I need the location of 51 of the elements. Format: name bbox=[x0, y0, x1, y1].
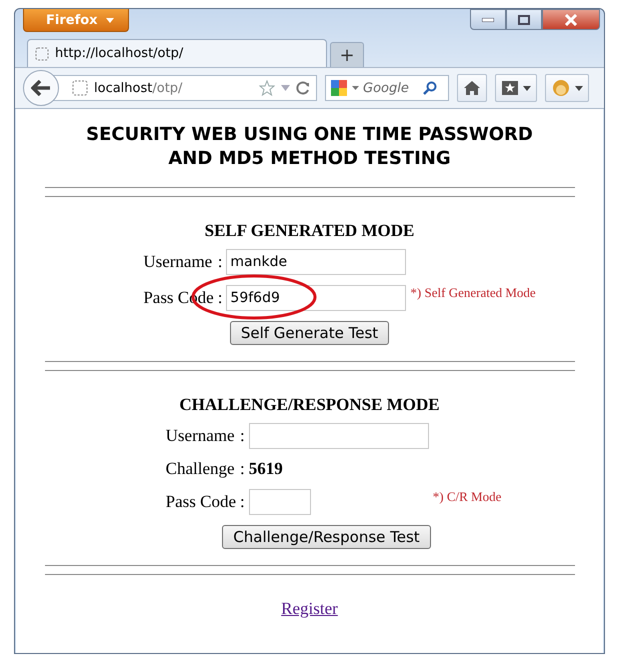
field-label: Challenge bbox=[166, 459, 236, 479]
bookmarks-button[interactable] bbox=[495, 74, 537, 102]
new-tab-button[interactable]: + bbox=[330, 42, 364, 67]
reload-icon[interactable] bbox=[296, 81, 310, 95]
field-label: Username bbox=[143, 252, 214, 272]
page-icon bbox=[72, 80, 88, 96]
test-button[interactable]: Challenge/Response Test bbox=[222, 525, 431, 549]
section-title: SELF GENERATED MODE bbox=[204, 221, 414, 241]
browser-tab[interactable]: http://localhost/otp/ bbox=[27, 39, 327, 67]
search-icon[interactable] bbox=[423, 81, 437, 95]
page-icon bbox=[35, 46, 49, 60]
star-icon[interactable] bbox=[259, 80, 275, 96]
input-field[interactable]: mankde bbox=[226, 249, 406, 275]
challenge-value: 5619 bbox=[248, 459, 284, 479]
colon: : bbox=[240, 459, 245, 479]
register-link[interactable]: Register bbox=[281, 599, 338, 619]
input-field[interactable] bbox=[248, 423, 429, 449]
colon: : bbox=[240, 426, 245, 446]
hint-note: *) Self Generated Mode bbox=[410, 285, 536, 301]
home-icon bbox=[463, 80, 481, 96]
hint-note: *) C/R Mode bbox=[432, 489, 502, 505]
maximize-button[interactable] bbox=[506, 9, 542, 30]
input-field[interactable]: 59f6d9 bbox=[226, 285, 406, 311]
search-input[interactable]: Google bbox=[363, 80, 419, 96]
home-button[interactable] bbox=[457, 74, 487, 102]
dropdown-icon[interactable] bbox=[281, 85, 290, 91]
back-arrow-icon bbox=[31, 80, 51, 96]
star-box-icon bbox=[501, 80, 519, 96]
close-button[interactable] bbox=[542, 9, 600, 30]
input-field[interactable] bbox=[248, 489, 311, 515]
section-title: CHALLENGE/RESPONSE MODE bbox=[179, 395, 440, 415]
back-button[interactable] bbox=[23, 70, 59, 106]
field-label: Pass Code bbox=[166, 492, 236, 512]
page-heading: SECURITY WEB USING ONE TIME PASSWORD bbox=[86, 123, 533, 147]
test-button[interactable]: Self Generate Test bbox=[230, 321, 390, 345]
dropdown-icon bbox=[352, 86, 359, 90]
search-bar[interactable]: Google bbox=[325, 75, 449, 101]
field-label: Username bbox=[166, 426, 236, 446]
google-icon bbox=[330, 79, 348, 97]
caret-icon bbox=[106, 18, 114, 22]
face-icon bbox=[551, 79, 571, 97]
caret-icon bbox=[523, 86, 531, 90]
colon: : bbox=[240, 492, 245, 512]
page-heading: AND MD5 METHOD TESTING bbox=[168, 147, 451, 171]
colon: : bbox=[218, 252, 222, 272]
close-icon bbox=[564, 14, 578, 26]
minimize-button[interactable] bbox=[470, 9, 506, 30]
caret-icon bbox=[575, 86, 583, 90]
colon: : bbox=[218, 288, 222, 308]
maximize-icon bbox=[518, 14, 530, 24]
minimize-icon bbox=[482, 18, 494, 22]
